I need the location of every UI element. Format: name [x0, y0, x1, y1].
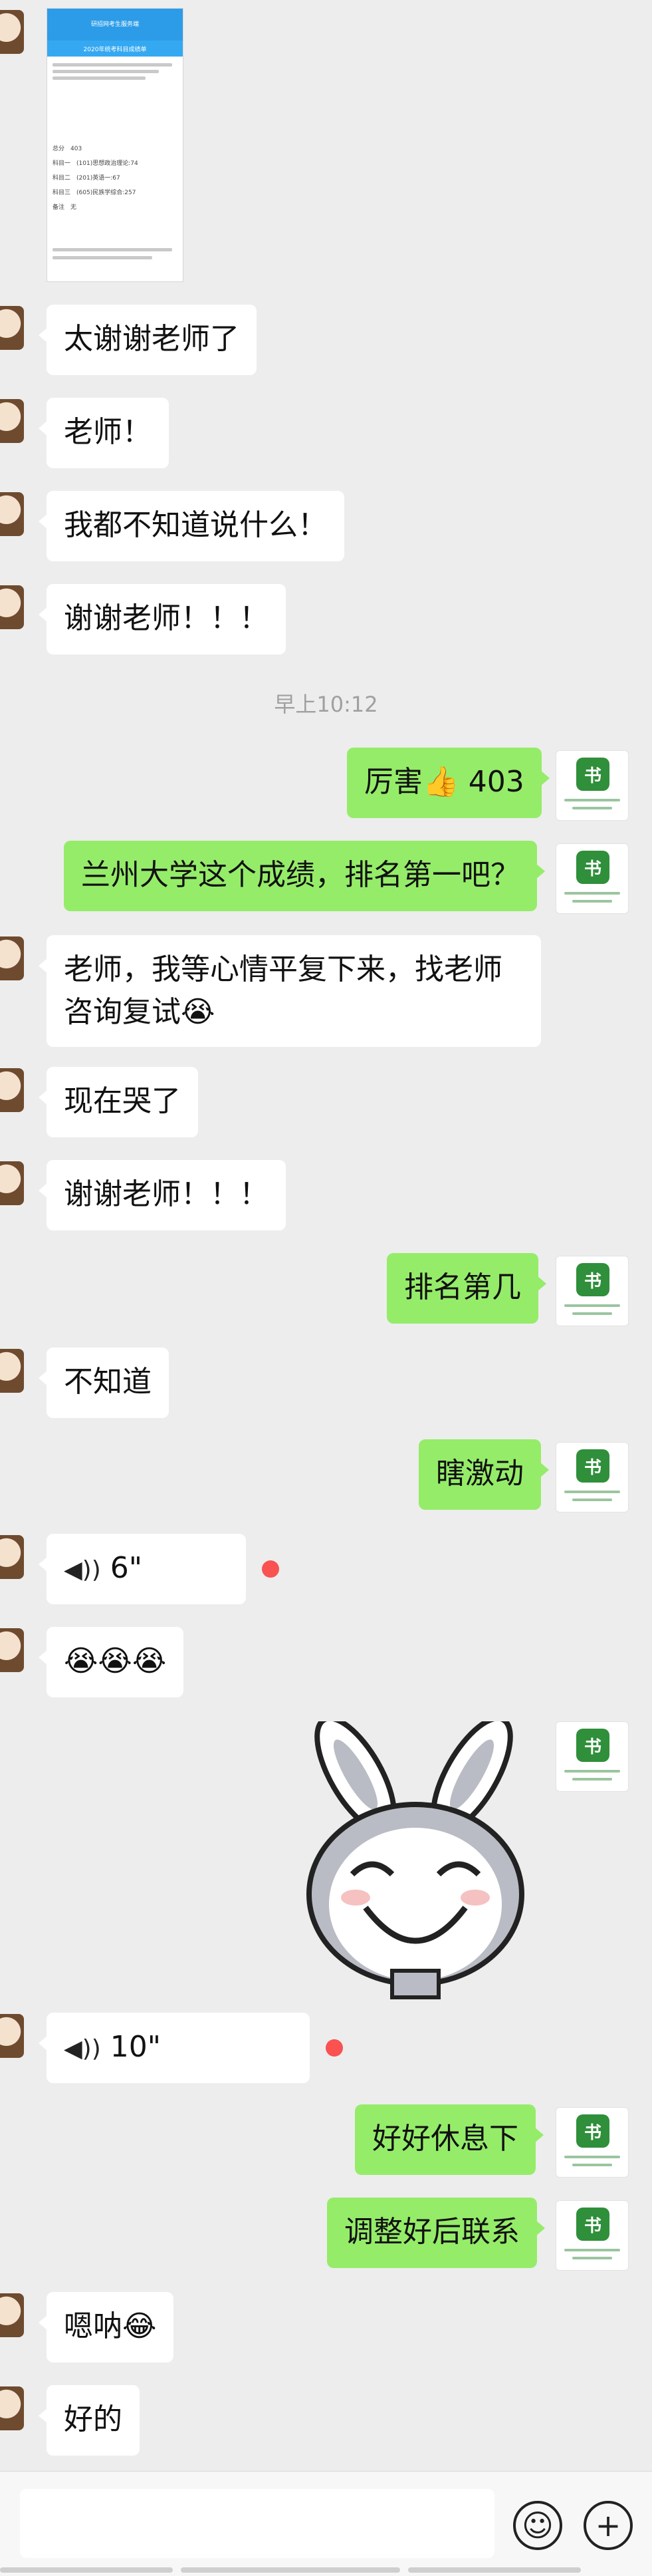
message-text: 调整好后联系: [344, 2215, 520, 2249]
avatar-left[interactable]: [0, 585, 24, 629]
school-logo-icon: 书: [576, 851, 609, 884]
avatar-left[interactable]: [0, 1068, 24, 1112]
voice-message-bubble[interactable]: ◀)) 6": [39, 1534, 246, 1604]
message-bubble-in[interactable]: 😭😭😭: [38, 1627, 184, 1697]
avatar-right[interactable]: 书: [556, 750, 629, 821]
message-bubble-in[interactable]: 老师，我等心情平复下来，找老师 咨询复试😭: [39, 935, 541, 1047]
unread-dot: [262, 1560, 279, 1578]
voice-wave-icon: ◀)): [64, 1556, 101, 1584]
screenshot-header: 研招网考生服务端: [47, 9, 183, 41]
message-text: 好的: [64, 2402, 122, 2436]
screenshot-subtitle-bar: 2020年统考科目成绩单: [47, 41, 183, 57]
thumbs-up-icon: 👍: [423, 765, 459, 799]
message-bubble-in[interactable]: 太谢谢老师了: [39, 305, 257, 375]
school-logo-icon: 书: [576, 1449, 609, 1483]
timestamp: 早上10:12: [274, 692, 378, 717]
avatar-right[interactable]: 书: [556, 1721, 629, 1792]
message-bubble-out[interactable]: 好好休息下: [355, 2104, 544, 2175]
message-bubble-in[interactable]: 嗯呐😂: [38, 2292, 174, 2362]
avatar-left[interactable]: [0, 10, 24, 54]
voice-message-bubble[interactable]: ◀)) 10": [39, 2013, 310, 2083]
message-text: 老师，我等心情平复下来，找老师: [64, 952, 502, 986]
message-bubble-in[interactable]: 好的: [39, 2385, 140, 2456]
chat-input-bar: ☺ +: [0, 2471, 652, 2576]
message-bubble-in[interactable]: 不知道: [39, 1348, 169, 1418]
crying-face-icon: 😭: [181, 995, 215, 1029]
message-text: 咨询复试: [64, 995, 181, 1029]
message-text: 瞎激动: [436, 1457, 524, 1491]
avatar-right[interactable]: 书: [556, 843, 629, 914]
avatar-left[interactable]: [0, 2293, 24, 2337]
school-logo-icon: 书: [576, 1263, 609, 1296]
rabbit-sticker[interactable]: [292, 1721, 538, 2001]
avatar-left[interactable]: [0, 306, 24, 350]
screenshot-header-text: 研招网考生服务端: [90, 21, 139, 28]
avatar-left[interactable]: [0, 1535, 24, 1579]
avatar-right[interactable]: 书: [556, 2200, 629, 2271]
avatar-left[interactable]: [0, 1349, 24, 1393]
school-logo-icon: 书: [576, 2208, 609, 2241]
message-bubble-in[interactable]: 谢谢老师！！！: [39, 1160, 286, 1230]
avatar-right[interactable]: 书: [556, 1442, 629, 1512]
message-text: 好好休息下: [372, 2122, 518, 2156]
message-text: 太谢谢老师了: [64, 322, 239, 356]
avatar-left[interactable]: [0, 1161, 24, 1205]
message-text: 兰州大学这个成绩，排名第一吧？: [81, 858, 520, 892]
voice-duration: 6": [110, 1551, 143, 1585]
avatar-right[interactable]: 书: [556, 1256, 629, 1326]
voice-wave-icon: ◀)): [64, 2035, 101, 2063]
school-logo-icon: 书: [576, 1729, 609, 1762]
nav-indicator: [408, 2567, 581, 2573]
avatar-left[interactable]: [0, 1628, 24, 1672]
avatar-left[interactable]: [0, 2014, 24, 2058]
voice-duration: 10": [110, 2030, 162, 2064]
message-text: 不知道: [64, 1365, 152, 1399]
message-text: 嗯呐: [64, 2309, 122, 2343]
message-input[interactable]: [20, 2489, 494, 2558]
message-text: 我都不知道说什么！: [64, 508, 327, 542]
smiley-icon[interactable]: ☺: [513, 2501, 562, 2550]
message-bubble-in[interactable]: 现在哭了: [39, 1067, 198, 1137]
avatar-left[interactable]: [0, 2386, 24, 2430]
message-bubble-out[interactable]: 兰州大学这个成绩，排名第一吧？: [64, 841, 545, 911]
avatar-left[interactable]: [0, 492, 24, 536]
message-bubble-out[interactable]: 瞎激动: [419, 1439, 549, 1510]
message-text: 谢谢老师！！！: [64, 1177, 269, 1211]
unread-dot: [326, 2039, 343, 2057]
nav-indicator: [0, 2567, 173, 2573]
avatar-left[interactable]: [0, 936, 24, 980]
message-bubble-in[interactable]: 我都不知道说什么！: [39, 491, 344, 561]
screenshot-score-rows: 总分 403 科目一 (101)思想政治理论:74 科目二 (201)英语一:6…: [53, 146, 138, 211]
nav-indicator: [181, 2567, 400, 2573]
screenshot-subtitle: 2020年统考科目成绩单: [83, 47, 147, 53]
message-text: 排名第几: [404, 1270, 521, 1304]
school-logo-icon: 书: [576, 758, 609, 791]
school-logo-icon: 书: [576, 2114, 609, 2148]
message-text: 谢谢老师！！！: [64, 601, 269, 635]
avatar-left[interactable]: [0, 399, 24, 443]
message-bubble-out[interactable]: 厉害👍 403: [347, 748, 550, 818]
avatar-right[interactable]: 书: [556, 2107, 629, 2178]
crying-face-emojis: 😭😭😭: [64, 1644, 167, 1678]
message-text: 现在哭了: [64, 1084, 181, 1118]
plus-icon[interactable]: +: [584, 2501, 633, 2550]
message-text: 老师！: [64, 415, 152, 449]
laughing-face-icon: 😂: [122, 2309, 157, 2343]
score-screenshot-image[interactable]: 研招网考生服务端 2020年统考科目成绩单 总分 403 科目一 (101)思想…: [47, 8, 183, 282]
message-text: 厉害: [364, 765, 423, 799]
message-text-score: 403: [468, 765, 524, 799]
message-bubble-out[interactable]: 调整好后联系: [327, 2198, 545, 2268]
message-bubble-out[interactable]: 排名第几: [387, 1253, 546, 1324]
message-bubble-in[interactable]: 谢谢老师！！！: [39, 584, 286, 654]
message-bubble-in[interactable]: 老师！: [39, 398, 169, 468]
